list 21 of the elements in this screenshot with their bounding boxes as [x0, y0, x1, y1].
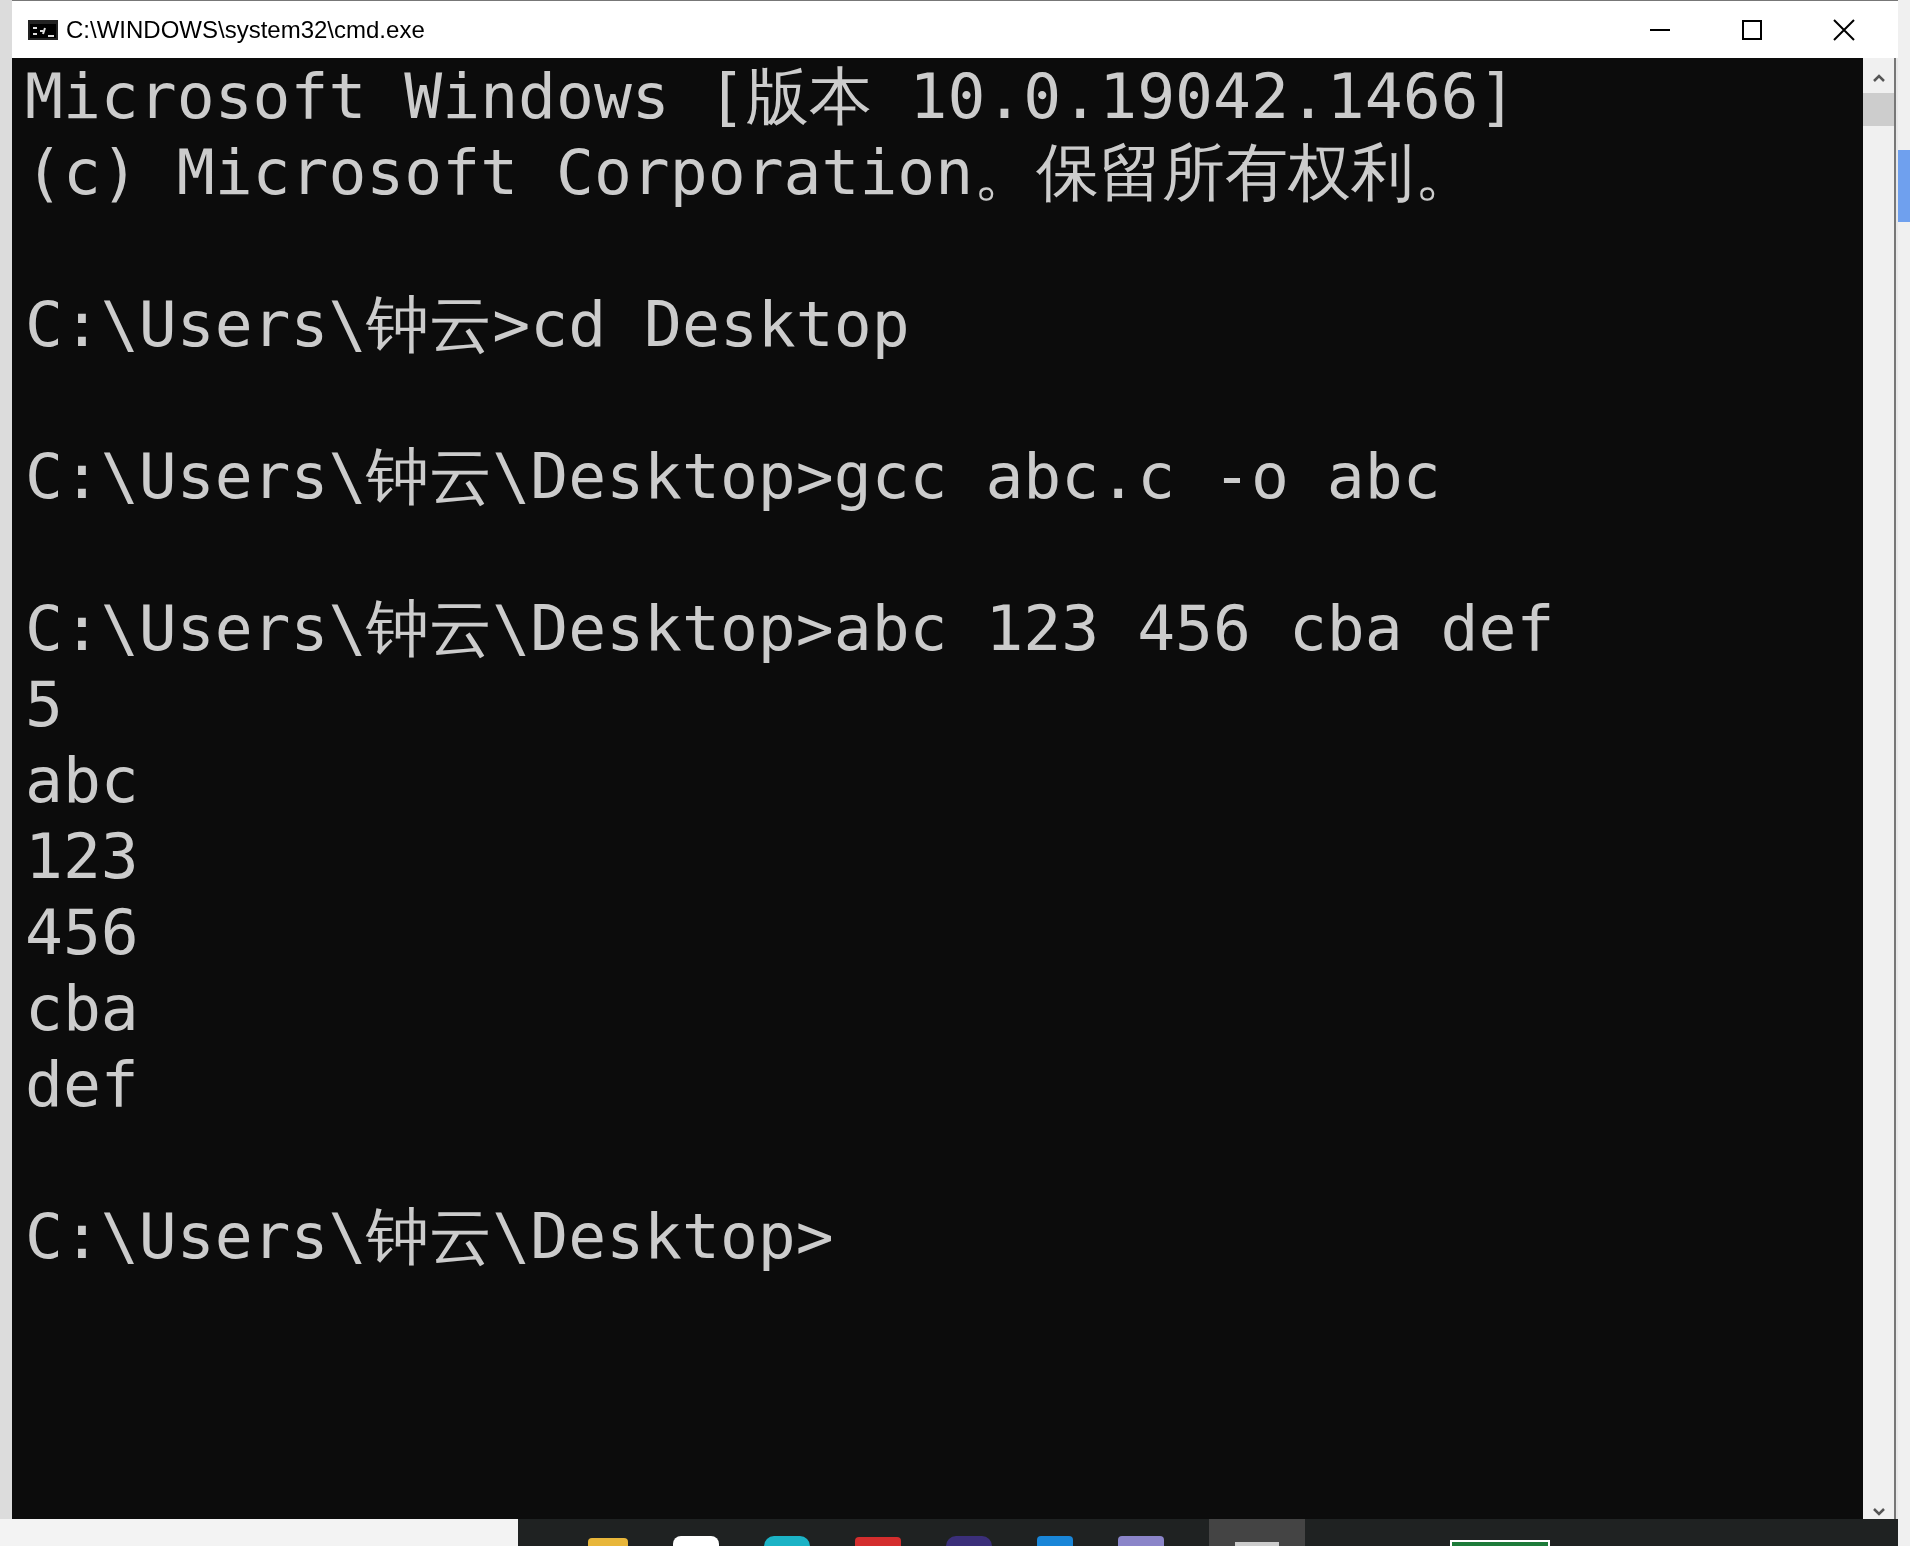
app-icon[interactable]: [764, 1536, 810, 1546]
console-line: 123: [25, 819, 139, 895]
console-line: Microsoft Windows [版本 10.0.19042.1466]: [25, 59, 1517, 135]
app-icon[interactable]: [673, 1536, 719, 1546]
scrollbar-thumb[interactable]: [1863, 93, 1894, 126]
console-line: C:\Users\钟云>cd Desktop: [25, 287, 910, 363]
close-icon: [1833, 18, 1855, 41]
console-line: cba: [25, 971, 139, 1047]
console-line: 456: [25, 895, 139, 971]
window-title: C:\WINDOWS\system32\cmd.exe: [66, 14, 425, 45]
console-line: abc: [25, 743, 139, 819]
terminal-taskbar-button[interactable]: [1209, 1519, 1305, 1546]
console-line: C:\Users\钟云\Desktop>: [25, 1199, 834, 1275]
maximize-icon: [1742, 19, 1762, 40]
console-line: C:\Users\钟云\Desktop>gcc abc.c -o abc: [25, 439, 1441, 515]
console-line: 5: [25, 667, 63, 743]
console-line: def: [25, 1047, 139, 1123]
minimize-icon: [1650, 28, 1670, 31]
console-icon: [28, 19, 58, 40]
console-line: (c) Microsoft Corporation。保留所有权利。: [25, 135, 1478, 211]
console-line: C:\Users\钟云\Desktop>abc 123 456 cba def: [25, 591, 1555, 667]
